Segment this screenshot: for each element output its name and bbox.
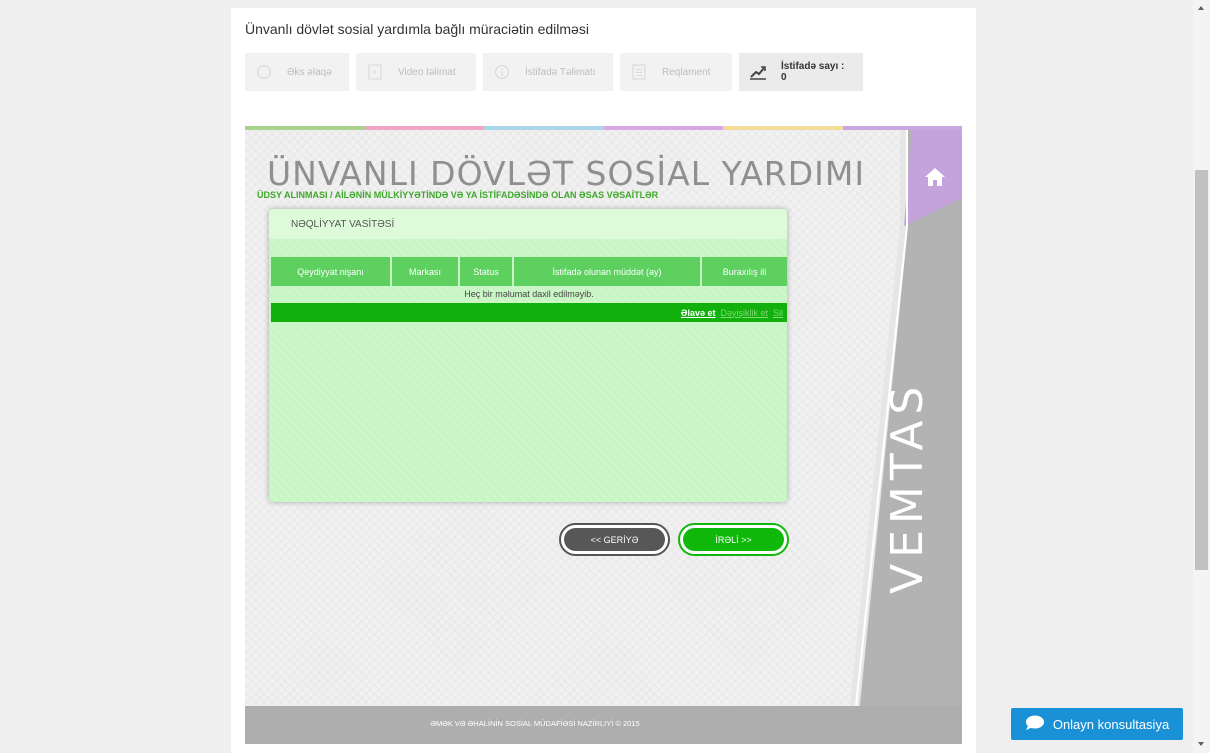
footer-text: ƏMƏK VƏ ƏHALİNİN SOSİAL MÜDAFİƏSİ NAZİRL… bbox=[430, 719, 640, 728]
home-button[interactable] bbox=[924, 166, 946, 193]
main-card: Ünvanlı dövlət sosial yardımla bağlı mür… bbox=[231, 8, 976, 753]
regulation-button[interactable]: Reqlament bbox=[620, 53, 732, 91]
add-link[interactable]: Əlavə et bbox=[681, 308, 716, 318]
column-header[interactable]: Buraxılış ili bbox=[702, 257, 787, 286]
footer: ƏMƏK VƏ ƏHALİNİN SOSİAL MÜDAFİƏSİ NAZİRL… bbox=[245, 706, 962, 744]
user-guide-label: İstifadə Təlimatı bbox=[525, 66, 596, 78]
feedback-button[interactable]: Əks əlaqə bbox=[245, 53, 349, 91]
scroll-down-arrow-icon[interactable] bbox=[1198, 742, 1204, 746]
circle-icon bbox=[255, 63, 273, 81]
chart-trend-icon bbox=[749, 63, 767, 81]
home-icon bbox=[924, 168, 946, 192]
brand-vemtas: VEMTAS bbox=[882, 381, 933, 594]
panel-header: NƏQLİYYAT VASİTƏSİ bbox=[269, 209, 787, 239]
app-title: ÜNVANLI DÖVLƏT SOSİAL YARDIMI bbox=[267, 154, 866, 193]
delete-link[interactable]: Sil bbox=[773, 308, 783, 318]
page-scrollbar[interactable] bbox=[1193, 0, 1210, 753]
panel-title: NƏQLİYYAT VASİTƏSİ bbox=[291, 219, 395, 230]
page-title: Ünvanlı dövlət sosial yardımla bağlı mür… bbox=[245, 21, 589, 37]
scroll-up-arrow-icon[interactable] bbox=[1198, 6, 1204, 10]
usage-count-button[interactable]: İstifadə sayı : 0 bbox=[739, 53, 863, 91]
table-action-bar: Əlavə et Dəyişiklik et Sil bbox=[271, 303, 787, 322]
empty-message: Heç bir məlumat daxil edilməyib. bbox=[464, 289, 594, 299]
chat-bubble-icon bbox=[1025, 715, 1045, 734]
online-consultation-label: Onlayn konsultasiya bbox=[1052, 716, 1170, 732]
column-header[interactable]: Status bbox=[460, 257, 512, 286]
column-header[interactable]: İstifadə olunan müddət (ay) bbox=[514, 257, 700, 286]
breadcrumb: ÜDSY ALINMASI / AİLƏNİN MÜLKİYYƏTİNDƏ VƏ… bbox=[257, 190, 659, 200]
next-button-label: İRƏLİ >> bbox=[683, 528, 784, 551]
usage-count-label: İstifadə sayı : 0 bbox=[781, 61, 845, 83]
vemtas-side-panel: VEMTAS bbox=[846, 130, 962, 744]
feedback-label: Əks əlaqə bbox=[287, 66, 332, 78]
edit-link[interactable]: Dəyişiklik et bbox=[720, 308, 768, 318]
back-button-label: << GERİYƏ bbox=[564, 528, 665, 551]
back-button[interactable]: << GERİYƏ bbox=[559, 523, 670, 556]
regulation-label: Reqlament bbox=[662, 66, 711, 78]
scroll-thumb[interactable] bbox=[1195, 170, 1208, 570]
document-play-icon bbox=[366, 63, 384, 81]
column-header[interactable]: Qeydiyyat nişanı bbox=[271, 257, 390, 286]
online-consultation-button[interactable]: Onlayn konsultasiya bbox=[1011, 708, 1183, 740]
document-list-icon bbox=[630, 63, 648, 81]
user-guide-button[interactable]: İstifadə Təlimatı bbox=[483, 53, 613, 91]
video-tutorial-label: Video təlimat bbox=[398, 66, 456, 78]
column-header[interactable]: Markası bbox=[392, 257, 458, 286]
table-header-row: Qeydiyyat nişanı Markası Status İstifadə… bbox=[271, 257, 787, 286]
vehicle-panel: NƏQLİYYAT VASİTƏSİ Qeydiyyat nişanı Mark… bbox=[269, 209, 787, 502]
video-tutorial-button[interactable]: Video təlimat bbox=[356, 53, 476, 91]
info-icon bbox=[493, 63, 511, 81]
toolbar: Əks əlaqə Video təlimat İstifadə Təlimat… bbox=[245, 53, 863, 91]
next-button[interactable]: İRƏLİ >> bbox=[678, 523, 789, 556]
app-frame: VEMTAS ÜNVANLI DÖVLƏT SOSİAL YARDIMI ÜDS… bbox=[245, 126, 962, 744]
vehicle-table: Qeydiyyat nişanı Markası Status İstifadə… bbox=[271, 257, 787, 322]
